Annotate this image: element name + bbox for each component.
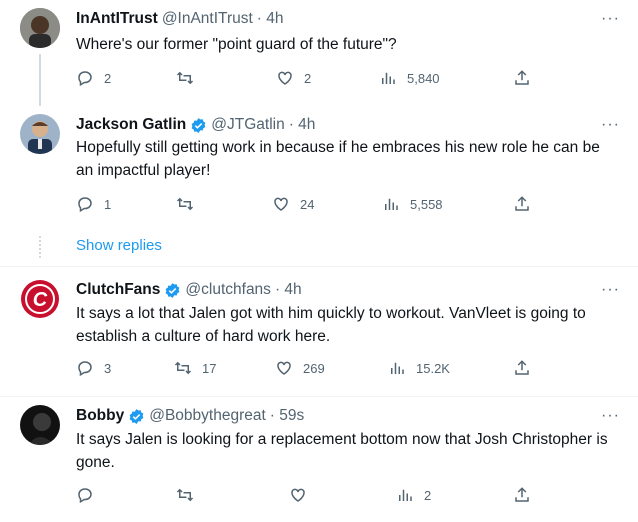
share-button[interactable] xyxy=(513,195,531,213)
more-options-icon[interactable]: ··· xyxy=(601,408,620,424)
reply-button[interactable]: 2 xyxy=(76,69,111,87)
tweet-header: Jackson Gatlin @JTGatlin · 4h xyxy=(76,116,315,134)
timestamp[interactable]: · 59s xyxy=(270,407,304,425)
display-name[interactable]: InAntITrust xyxy=(76,10,158,28)
retweet-button[interactable]: 17 xyxy=(174,359,216,377)
tweet-header: Bobby @Bobbythegreat · 59s xyxy=(76,407,304,425)
heart-icon xyxy=(274,197,288,211)
like-button[interactable] xyxy=(289,486,317,504)
retweet-button[interactable] xyxy=(176,69,204,87)
tweet-actions: 3 17 269 15.2K xyxy=(76,359,546,379)
tweet-header: ClutchFans @clutchfans · 4h xyxy=(76,281,302,299)
reply-count: 3 xyxy=(104,360,112,376)
heart-icon xyxy=(291,488,305,502)
tweet-clutchfans[interactable]: C ClutchFans @clutchfans · 4h ··· It say… xyxy=(0,267,638,397)
reply-icon xyxy=(78,197,92,213)
tweet-actions: 1 24 5,558 xyxy=(76,195,546,215)
like-button[interactable]: 24 xyxy=(272,195,314,213)
user-handle[interactable]: @JTGatlin xyxy=(211,116,284,134)
user-handle[interactable]: @InAntITrust xyxy=(162,10,253,28)
verified-badge-icon xyxy=(129,408,144,424)
thread-dots xyxy=(39,236,43,258)
view-count: 2 xyxy=(424,487,432,503)
heart-icon xyxy=(278,71,292,85)
reply-button[interactable]: 1 xyxy=(76,195,111,213)
user-handle[interactable]: @clutchfans xyxy=(185,281,271,299)
share-icon xyxy=(515,360,529,375)
views-icon xyxy=(382,72,395,84)
display-name[interactable]: ClutchFans xyxy=(76,281,160,299)
tweet-text: It says a lot that Jalen got with him qu… xyxy=(76,305,586,345)
share-button[interactable] xyxy=(513,69,531,87)
tweet-text: Where's our former "point guard of the f… xyxy=(76,36,397,53)
verified-badge-icon xyxy=(191,117,206,133)
share-button[interactable] xyxy=(513,359,531,377)
reply-button[interactable] xyxy=(76,486,104,504)
display-name[interactable]: Jackson Gatlin xyxy=(76,116,186,134)
tweet-inantitrust[interactable]: InAntITrust @InAntITrust · 4h ··· Where'… xyxy=(0,0,638,106)
views-icon xyxy=(391,362,404,374)
avatar[interactable] xyxy=(20,114,60,154)
like-count: 2 xyxy=(304,70,312,86)
tweet-actions: 2 2 5,840 xyxy=(76,69,546,89)
views-button[interactable]: 15.2K xyxy=(388,359,450,377)
retweet-button[interactable] xyxy=(176,195,204,213)
view-count: 5,558 xyxy=(410,196,443,212)
heart-icon xyxy=(277,361,291,375)
more-options-icon[interactable]: ··· xyxy=(601,282,620,298)
retweet-icon xyxy=(176,488,194,502)
retweet-button[interactable] xyxy=(176,486,204,504)
user-handle[interactable]: @Bobbythegreat xyxy=(149,407,266,425)
avatar[interactable] xyxy=(20,8,60,48)
like-count: 24 xyxy=(300,196,315,212)
share-button[interactable] xyxy=(513,486,531,504)
retweet-icon xyxy=(176,71,194,85)
reply-count: 1 xyxy=(104,196,112,212)
views-button[interactable]: 5,840 xyxy=(379,69,440,87)
share-icon xyxy=(515,487,529,502)
tweet-text: Hopefully still getting work in because … xyxy=(76,139,600,179)
reply-icon xyxy=(78,71,92,87)
tweet-jackson-gatlin[interactable]: Jackson Gatlin @JTGatlin · 4h ··· Hopefu… xyxy=(0,106,638,266)
reply-count: 2 xyxy=(104,70,112,86)
display-name[interactable]: Bobby xyxy=(76,407,124,425)
show-replies-link[interactable]: Show replies xyxy=(76,237,162,254)
avatar[interactable]: C xyxy=(20,279,60,319)
share-icon xyxy=(515,196,529,211)
retweet-icon xyxy=(176,197,194,211)
svg-text:C: C xyxy=(33,289,48,311)
timestamp[interactable]: · 4h xyxy=(275,281,302,299)
avatar[interactable] xyxy=(20,405,60,445)
like-button[interactable]: 269 xyxy=(275,359,325,377)
view-count: 5,840 xyxy=(407,70,440,86)
timestamp[interactable]: · 4h xyxy=(289,116,316,134)
reply-icon xyxy=(78,488,92,504)
retweet-icon xyxy=(174,361,192,375)
like-count: 269 xyxy=(303,360,325,376)
tweet-bobby[interactable]: Bobby @Bobbythegreat · 59s ··· It says J… xyxy=(0,397,638,522)
verified-badge-icon xyxy=(166,282,180,298)
tweet-text: It says Jalen is looking for a replaceme… xyxy=(76,431,608,471)
retweet-count: 17 xyxy=(202,360,217,376)
like-button[interactable]: 2 xyxy=(276,69,311,87)
share-icon xyxy=(515,70,529,85)
tweet-header: InAntITrust @InAntITrust · 4h xyxy=(76,10,284,28)
reply-icon xyxy=(78,361,92,377)
views-icon xyxy=(385,198,398,210)
more-options-icon[interactable]: ··· xyxy=(601,11,620,27)
timestamp[interactable]: · 4h xyxy=(257,10,284,28)
tweet-actions: 2 xyxy=(76,486,546,506)
views-icon xyxy=(399,489,412,501)
thread-line xyxy=(39,54,41,106)
views-button[interactable]: 5,558 xyxy=(382,195,443,213)
reply-button[interactable]: 3 xyxy=(76,359,111,377)
more-options-icon[interactable]: ··· xyxy=(601,117,620,133)
views-button[interactable]: 2 xyxy=(396,486,431,504)
view-count: 15.2K xyxy=(416,360,450,376)
